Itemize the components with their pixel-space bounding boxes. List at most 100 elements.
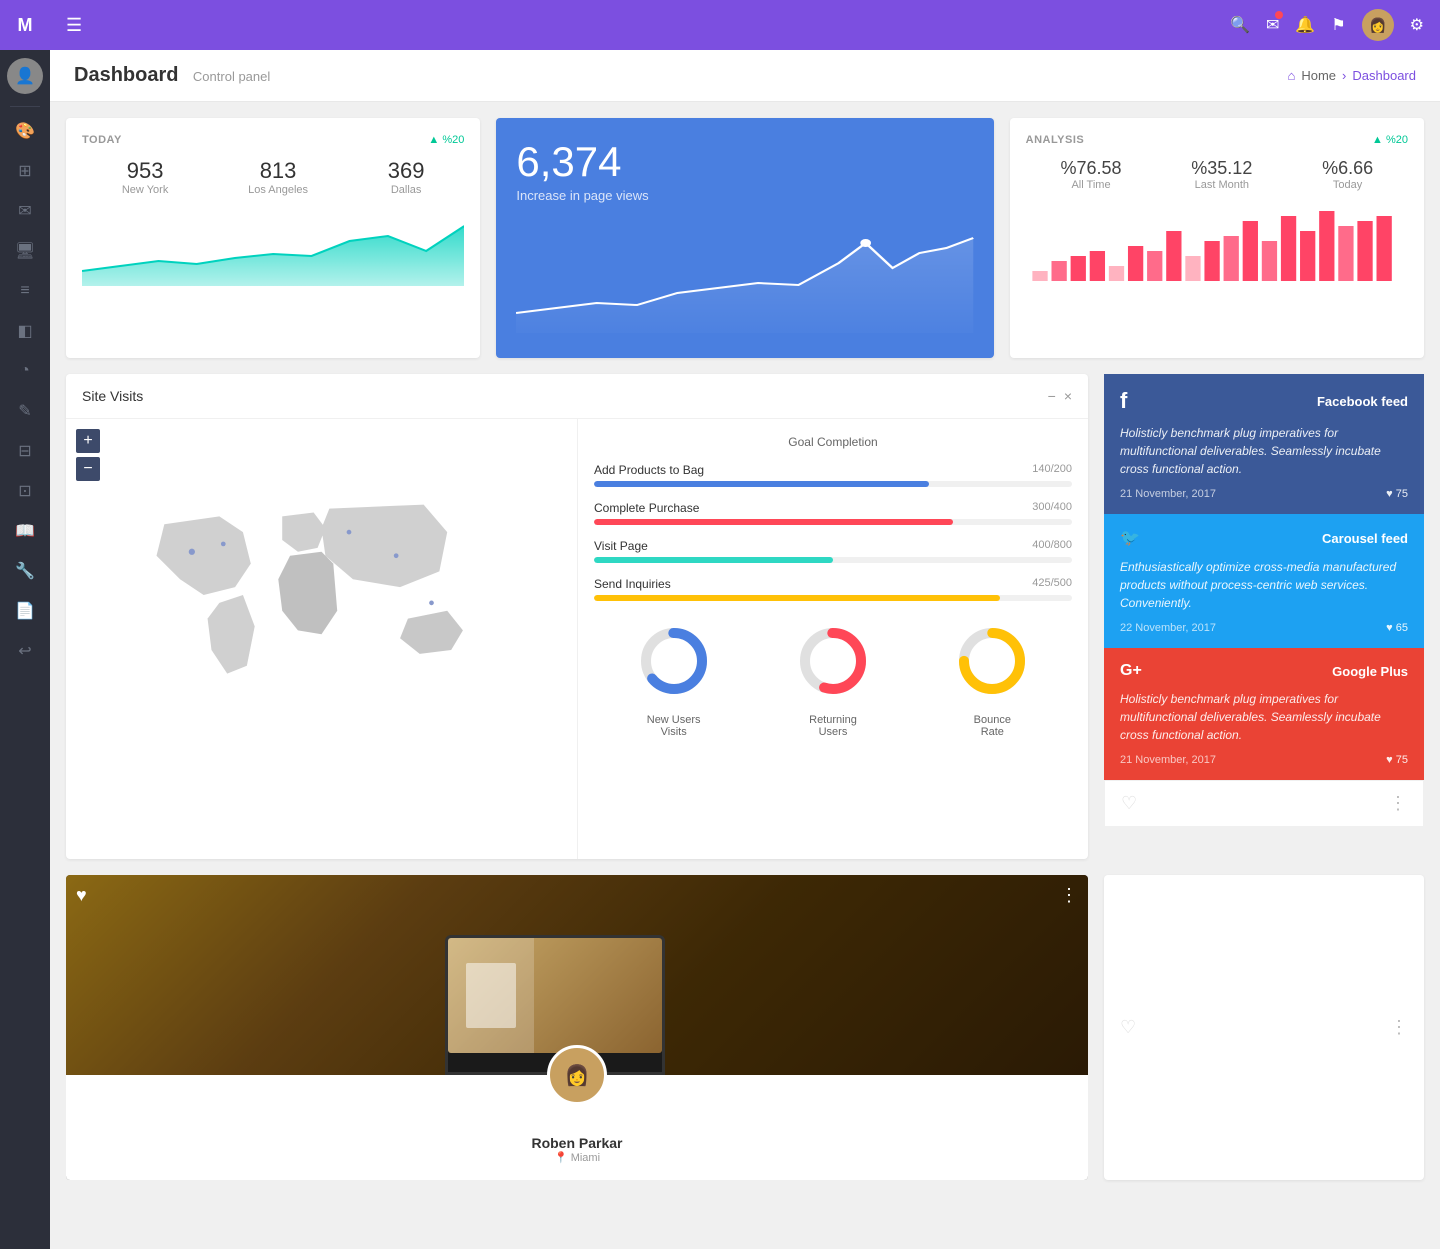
topbar-left: ☰ — [66, 15, 82, 36]
map-area: + − — [66, 419, 577, 859]
progress-purchase — [594, 519, 1072, 525]
sidebar-item-file[interactable]: 📄 — [0, 591, 50, 631]
page-title: Dashboard — [74, 64, 178, 86]
twitter-likes: ♥ 65 — [1386, 622, 1408, 634]
progress-inquiries — [594, 595, 1072, 601]
today-number: %6.66 — [1322, 158, 1373, 179]
goal-add-products: Add Products to Bag 140/200 — [594, 463, 1072, 487]
donut-svg-bounce — [952, 621, 1032, 701]
home-icon: ⌂ — [1288, 68, 1296, 83]
mail-icon[interactable]: ✉ — [1266, 15, 1279, 35]
big-card-number: 6,374 — [516, 138, 973, 186]
search-icon[interactable]: 🔍 — [1230, 15, 1250, 35]
content-area: Dashboard Control panel ⌂ Home › Dashboa… — [50, 50, 1440, 1249]
top-cards: TODAY ▲ %20 953 New York 813 Los Angeles — [66, 118, 1424, 358]
goal-label-visit: Visit Page — [594, 539, 648, 553]
topbar-avatar[interactable]: 👩 — [1362, 9, 1394, 41]
google-text: Holisticly benchmark plug imperatives fo… — [1120, 690, 1408, 744]
minimize-button[interactable]: − — [1048, 388, 1056, 404]
twitter-header: 🐦 Carousel feed — [1120, 528, 1408, 548]
middle-section: Site Visits − × + − — [66, 374, 1424, 859]
twitter-date: 22 November, 2017 — [1120, 622, 1216, 634]
stat-number-dallas: 369 — [388, 158, 425, 184]
stat-number-la: 813 — [248, 158, 308, 184]
sidebar-logo[interactable]: M — [0, 0, 50, 50]
facebook-footer: 21 November, 2017 ♥ 75 — [1120, 488, 1408, 500]
breadcrumb-bar: Dashboard Control panel ⌂ Home › Dashboa… — [50, 50, 1440, 102]
photo-overlay: ♥ ⋮ — [76, 885, 1078, 906]
profile-avatar: 👩 — [547, 1045, 607, 1105]
goal-label-purchase: Complete Purchase — [594, 501, 699, 515]
sidebar-avatar[interactable]: 👤 — [7, 58, 43, 94]
google-date: 21 November, 2017 — [1120, 754, 1216, 766]
sidebar-item-book[interactable]: 📖 — [0, 511, 50, 551]
location-text: Miami — [571, 1152, 600, 1164]
more-options-button[interactable]: ⋮ — [1060, 885, 1078, 906]
stat-lastmonth: %35.12 Last Month — [1191, 158, 1252, 191]
today-stats: 953 New York 813 Los Angeles 369 Dallas — [82, 158, 464, 196]
bell-icon[interactable]: 🔔 — [1295, 15, 1315, 35]
google-icon: G+ — [1120, 662, 1142, 680]
topbar-right: 🔍 ✉ 🔔 ⚑ 👩 ⚙ — [1230, 9, 1424, 41]
sidebar-item-layers[interactable]: ◧ — [0, 311, 50, 351]
extra-menu-icon: ⋮ — [1389, 793, 1407, 814]
zoom-out-button[interactable]: − — [76, 457, 100, 481]
site-visits-card: Site Visits − × + − — [66, 374, 1088, 859]
progress-visit — [594, 557, 1072, 563]
stat-la: 813 Los Angeles — [248, 158, 308, 196]
breadcrumb-home[interactable]: Home — [1301, 68, 1336, 83]
zoom-in-button[interactable]: + — [76, 429, 100, 453]
goal-value-visit: 400/800 — [1032, 539, 1072, 553]
facebook-likes: ♥ 75 — [1386, 488, 1408, 500]
bottom-menu-icon: ⋮ — [1390, 1017, 1408, 1038]
google-header: G+ Google Plus — [1120, 662, 1408, 680]
sidebar-item-table[interactable]: ⊟ — [0, 431, 50, 471]
extra-feed-card: ♡ ⋮ — [1104, 780, 1424, 827]
stat-dallas: 369 Dallas — [388, 158, 425, 196]
profile-location: 📍 Miami — [82, 1151, 1072, 1164]
laptop-image — [466, 963, 516, 1028]
today-card: TODAY ▲ %20 953 New York 813 Los Angeles — [66, 118, 480, 358]
sidebar-item-grid[interactable]: ⊞ — [0, 151, 50, 191]
extra-heart-icon: ♡ — [1121, 793, 1137, 814]
sidebar-item-monitor[interactable]: 🖥 — [0, 231, 50, 271]
sidebar-item-list[interactable]: ≡ — [0, 271, 50, 311]
gear-icon[interactable]: ⚙ — [1410, 15, 1424, 35]
twitter-text: Enthusiastically optimize cross-media ma… — [1120, 558, 1408, 612]
big-card: 6,374 Increase in page views — [496, 118, 993, 358]
goal-label-inquiries: Send Inquiries — [594, 577, 671, 591]
analysis-chart — [1026, 201, 1408, 281]
laptop-screen-child — [448, 938, 534, 1053]
twitter-title: Carousel feed — [1322, 531, 1408, 546]
flag-icon[interactable]: ⚑ — [1331, 15, 1345, 35]
progress-add — [594, 481, 1072, 487]
page-subtitle: Control panel — [193, 69, 270, 84]
facebook-header: f Facebook feed — [1120, 388, 1408, 414]
goal-send-inquiries: Send Inquiries 425/500 — [594, 577, 1072, 601]
goal-value-purchase: 300/400 — [1032, 501, 1072, 515]
facebook-text: Holisticly benchmark plug imperatives fo… — [1120, 424, 1408, 478]
sidebar-item-palette[interactable]: 🎨 — [0, 111, 50, 151]
sidebar-item-reply[interactable]: ↩ — [0, 631, 50, 671]
goal-label-add: Add Products to Bag — [594, 463, 704, 477]
stat-label-la: Los Angeles — [248, 184, 308, 196]
main-wrapper: ☰ 🔍 ✉ 🔔 ⚑ 👩 ⚙ Dashboard Control panel ⌂ … — [50, 0, 1440, 1249]
progress-fill-purchase — [594, 519, 953, 525]
laptop-screen — [448, 938, 662, 1053]
sidebar-item-inbox[interactable]: ⊡ — [0, 471, 50, 511]
goals-title: Goal Completion — [594, 435, 1072, 449]
analysis-badge: ▲ %20 — [1372, 134, 1408, 146]
donut-returning: ReturningUsers — [793, 621, 873, 738]
goal-visit-page: Visit Page 400/800 — [594, 539, 1072, 563]
sidebar-item-edit[interactable]: ✎ — [0, 391, 50, 431]
sidebar-item-mail[interactable]: ✉ — [0, 191, 50, 231]
world-map — [76, 485, 567, 705]
sidebar-item-wrench[interactable]: 🔧 — [0, 551, 50, 591]
breadcrumb-nav: ⌂ Home › Dashboard — [1288, 68, 1417, 83]
close-button[interactable]: × — [1064, 388, 1072, 404]
heart-button[interactable]: ♥ — [76, 885, 87, 906]
facebook-icon: f — [1120, 388, 1127, 414]
sidebar-item-chart[interactable]: ◔ — [0, 351, 50, 391]
hamburger-button[interactable]: ☰ — [66, 15, 82, 36]
site-visits-body: + − — [66, 419, 1088, 859]
